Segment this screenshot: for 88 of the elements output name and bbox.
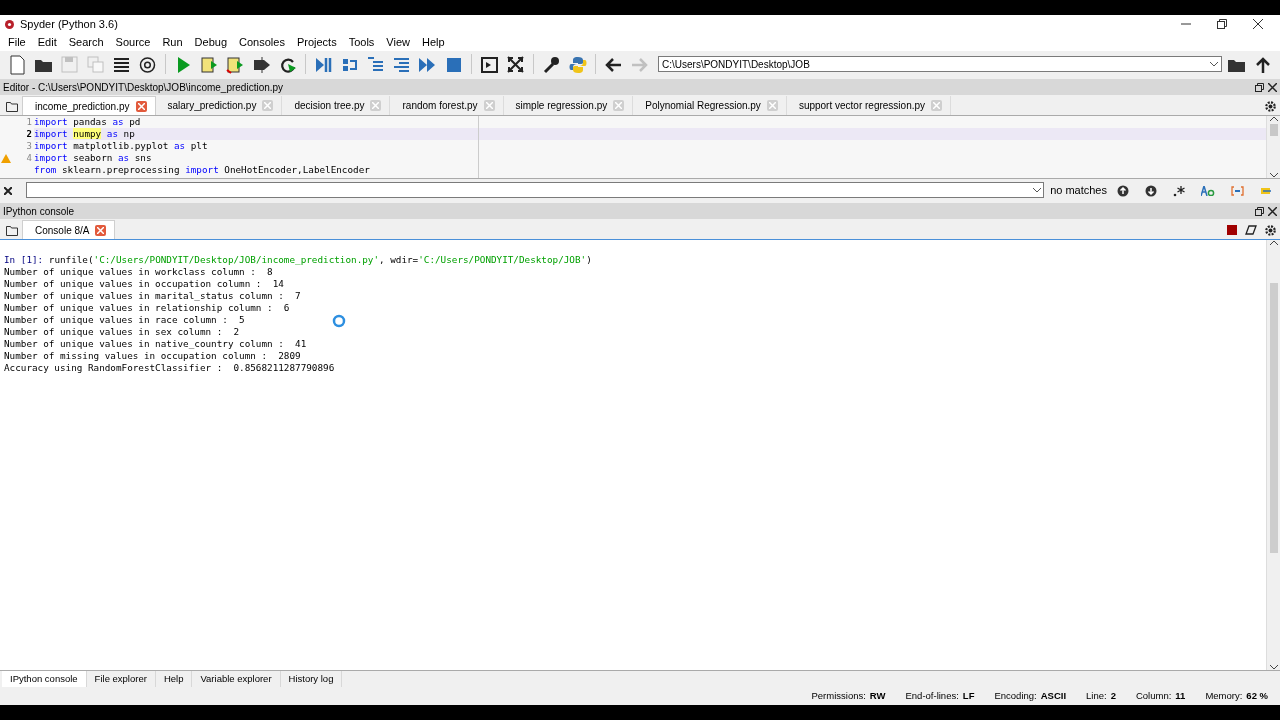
stop-icon [1227, 225, 1237, 236]
status-item: Permissions: RW [811, 689, 886, 704]
caret-down-icon [1269, 173, 1278, 178]
arrow-up-circle-icon [1117, 184, 1129, 197]
menu-item[interactable]: Consoles [233, 33, 291, 51]
close-icon [372, 102, 380, 109]
line-number: 2 [26, 128, 32, 140]
status-item: Encoding: ASCII [994, 689, 1067, 704]
menu-item[interactable]: File [2, 33, 32, 51]
console-title: IPython console [3, 204, 75, 219]
console-line: Number of unique values in occupation column : 14 [4, 278, 284, 290]
code-line: import seaborn as sns [34, 152, 152, 164]
arrow-down-circle-icon [1145, 184, 1157, 197]
floppy-icon [85, 53, 106, 75]
restore-icon [1255, 83, 1264, 93]
menu-item[interactable]: Debug [188, 33, 234, 51]
gear-icon [1265, 100, 1276, 112]
menu-item[interactable]: Projects [290, 33, 343, 51]
match-status: no matches [1050, 182, 1107, 198]
file-tab[interactable]: Console 8/A [22, 220, 116, 239]
console-line: Number of unique values in workclass column : 8 [4, 266, 273, 278]
console-line: Number of missing values in occupation column : 2809 [4, 350, 301, 362]
eraser-icon [1245, 225, 1257, 236]
spinner-icon [332, 314, 346, 329]
dropdown-icon [1210, 62, 1218, 68]
find-field[interactable] [26, 182, 1045, 198]
line-number: 3 [26, 140, 32, 152]
close-icon [1253, 19, 1263, 29]
line-number: 4 [26, 152, 32, 164]
fullscreen-button[interactable] [504, 53, 527, 75]
folder-icon [6, 100, 18, 112]
file-tab[interactable]: income_prediction.py [22, 96, 156, 115]
window-title: Spyder (Python 3.6) [20, 16, 118, 32]
caret-down-icon [1269, 665, 1278, 670]
asterisk-icon [1173, 184, 1185, 197]
close-icon [4, 186, 12, 195]
close-icon [97, 226, 105, 234]
scrollbar[interactable] [1266, 240, 1280, 670]
status-item: End-of-lines: LF [905, 689, 975, 704]
line-number: 1 [26, 116, 32, 128]
menu-item[interactable]: Help [416, 33, 451, 51]
console-line: Number of unique values in marital_status column : 7 [4, 290, 301, 302]
gear-icon [1265, 224, 1276, 236]
close-icon [137, 102, 145, 110]
menu-item[interactable]: View [380, 33, 416, 51]
floppy-icon [59, 53, 80, 75]
caret-up-icon [1269, 116, 1278, 121]
close-icon [264, 102, 272, 109]
menu-item[interactable]: Tools [342, 33, 381, 51]
code-line: import numpy as np [34, 128, 135, 140]
console-line: Accuracy using RandomForestClassifier : 0.8568211287790896 [4, 362, 335, 374]
restore-icon [1255, 207, 1264, 217]
close-icon [1268, 83, 1277, 93]
close-icon [485, 102, 493, 109]
console-line: Number of unique values in sex column : 2 [4, 326, 240, 338]
letters-icon [1201, 185, 1215, 196]
code-line: import matplotlib.pyplot as plt [34, 140, 208, 152]
path-field[interactable]: C:\Users\PONDYIT\Desktop\JOB [658, 56, 1222, 72]
pane-tab[interactable]: IPython console [2, 671, 87, 687]
folder-icon [6, 224, 18, 236]
restore-icon [1217, 19, 1227, 29]
bracket-icon [1231, 185, 1244, 196]
scrollbar[interactable] [1266, 116, 1280, 178]
menu-item[interactable]: Source [109, 33, 157, 51]
file-icon [7, 53, 28, 75]
status-item: Memory: 62 % [1205, 689, 1268, 704]
menu-item[interactable]: Edit [31, 33, 63, 51]
warning-icon [1, 153, 11, 163]
status-item: Line: 2 [1086, 689, 1116, 704]
code-line: from sklearn.preprocessing import OneHotEncoder,LabelEncoder [34, 164, 370, 176]
console-line: In [1]: runfile('C:/Users/PONDYIT/Desktop/JOB/income_prediction.py', wdir='C:/Users/PONDYIT/Desktop/JOB') [4, 254, 592, 266]
editor-title: Editor - C:\Users\PONDYIT\Desktop\JOB\income_prediction.py [3, 80, 284, 95]
console-line: Number of unique values in race column : 5 [4, 314, 245, 326]
close-icon [615, 102, 623, 109]
menu-item[interactable]: Search [62, 33, 110, 51]
status-item: Column: 11 [1135, 689, 1186, 704]
console-line: Number of unique values in relationship column : 6 [4, 302, 290, 314]
scrollbar-thumb[interactable] [1269, 124, 1278, 136]
close-icon [768, 102, 776, 109]
console-line: Number of unique values in native_country column : 41 [4, 338, 307, 350]
expand-icon [505, 53, 526, 75]
close-icon [1268, 207, 1277, 217]
code-line: import pandas as pd [34, 116, 141, 128]
caret-up-icon [1269, 240, 1278, 245]
menu-item[interactable]: Run [156, 33, 189, 51]
scrollbar-thumb[interactable] [1269, 283, 1278, 553]
close-icon [933, 102, 941, 109]
dropdown-icon [1033, 187, 1042, 193]
